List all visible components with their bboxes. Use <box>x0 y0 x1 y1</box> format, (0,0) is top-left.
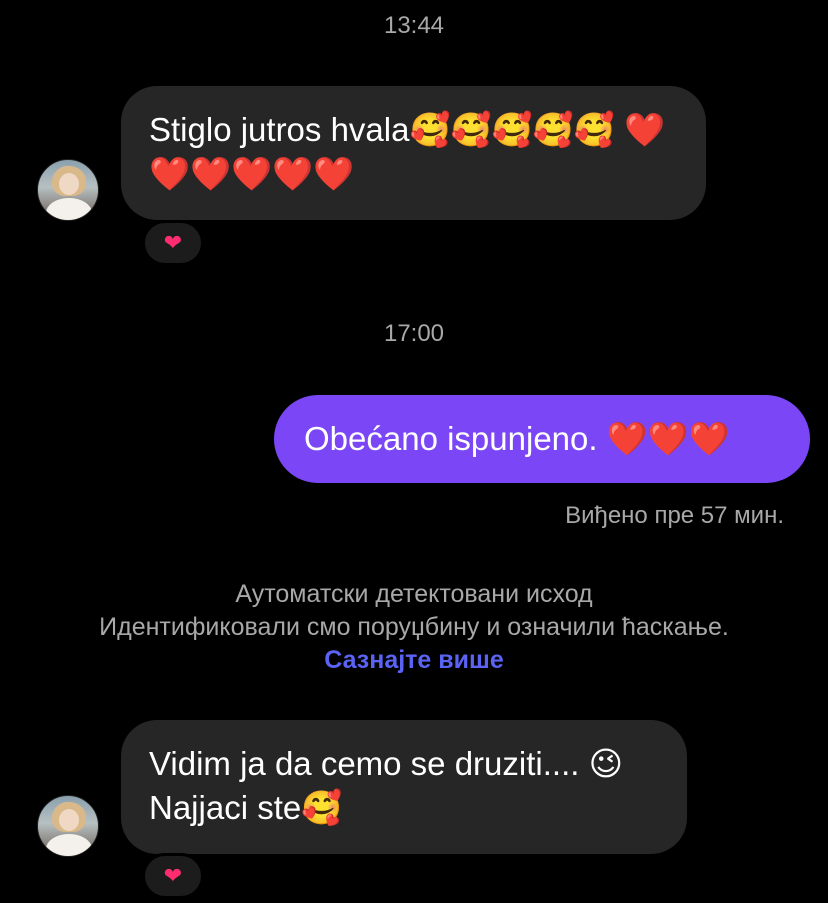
heart-icon[interactable]: ❤ <box>142 220 204 266</box>
contact-avatar[interactable] <box>37 795 99 857</box>
auto-detect-body: Идентификовали смо поруџбину и означили … <box>80 611 748 677</box>
incoming-message-bubble[interactable]: Vidim ja da cemo se druziti.... 😉 Najjac… <box>121 720 687 854</box>
auto-detect-title: Аутоматски детектовани исход <box>235 580 593 608</box>
learn-more-link[interactable]: Сазнајте више <box>324 646 504 674</box>
seen-status: Виђено пре 57 мин. <box>565 502 784 529</box>
heart-icon[interactable]: ❤ <box>142 853 204 899</box>
incoming-message-bubble[interactable]: Stiglo jutros hvala🥰🥰🥰🥰🥰 ❤️❤️❤️❤️❤️❤️ <box>121 86 706 220</box>
auto-detect-body-text: Идентификовали смо поруџбину и означили … <box>99 613 729 641</box>
timestamp: 13:44 <box>383 12 445 39</box>
chat-screen: 13:44 Stiglo jutros hvala🥰🥰🥰🥰🥰 ❤️❤️❤️❤️❤… <box>0 0 828 903</box>
auto-detect-notice: Аутоматски детектовани исход Идентификов… <box>80 578 748 677</box>
timestamp: 17:00 <box>383 320 445 347</box>
outgoing-message-bubble[interactable]: Obećano ispunjeno. ❤️❤️❤️ <box>274 395 810 483</box>
contact-avatar[interactable] <box>37 159 99 221</box>
